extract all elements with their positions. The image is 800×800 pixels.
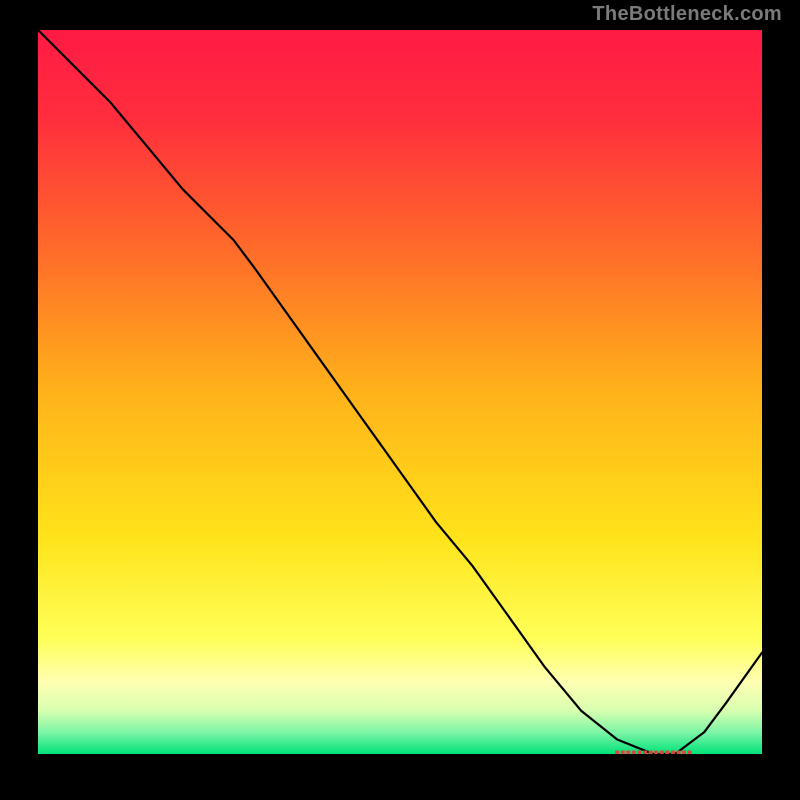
bottleneck-chart	[38, 30, 762, 754]
attribution-label: TheBottleneck.com	[592, 3, 782, 26]
chart-frame: TheBottleneck.com	[0, 0, 800, 800]
plot-background	[38, 30, 762, 754]
